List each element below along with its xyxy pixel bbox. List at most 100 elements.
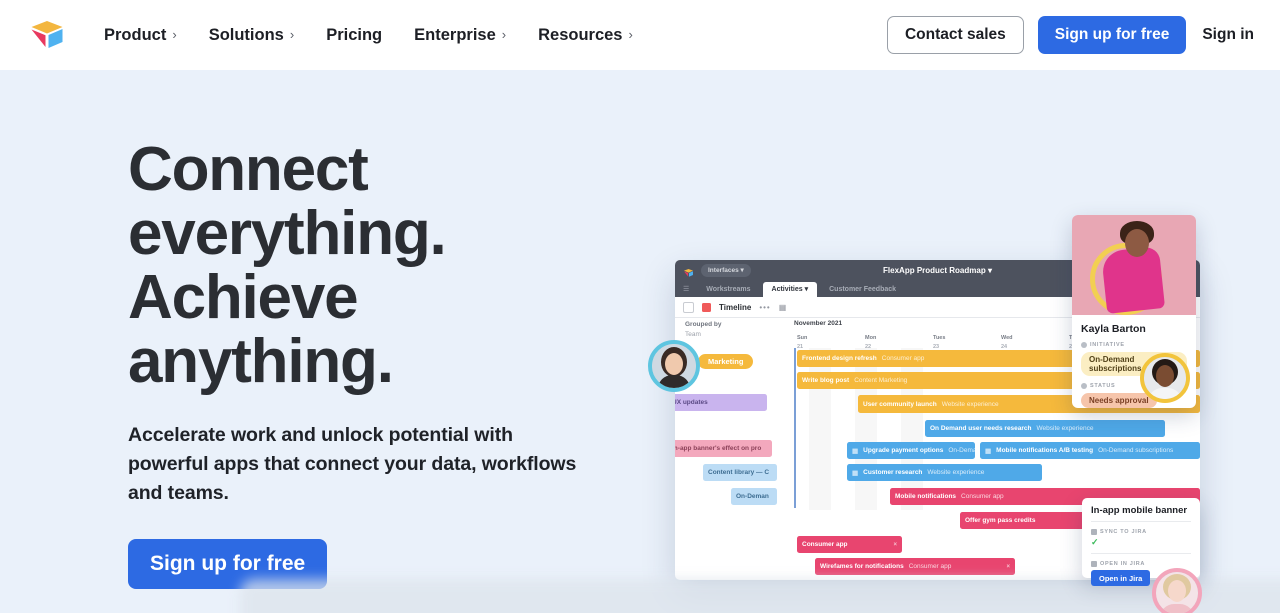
bar-title: Consumer app bbox=[802, 541, 848, 548]
avatar-collaborator-left[interactable] bbox=[648, 340, 700, 392]
nav-item-resources[interactable]: Resources › bbox=[522, 20, 649, 51]
divider bbox=[1091, 521, 1191, 522]
bar-badge-icon: × bbox=[893, 541, 897, 548]
airtable-mini-logo-icon bbox=[683, 265, 694, 277]
checkbox-icon bbox=[1091, 529, 1097, 535]
day-column-sun: Sun 21 bbox=[797, 334, 807, 352]
bar-badge-icon: × bbox=[1006, 563, 1010, 570]
bar-subtitle: Website experience bbox=[1036, 425, 1094, 432]
timeline-bar[interactable]: Offer gym pass credits bbox=[960, 512, 1096, 529]
grouped-by: Grouped by Team bbox=[685, 320, 721, 340]
caret-down-icon: ▾ bbox=[804, 286, 809, 293]
day-name: Mon bbox=[865, 335, 877, 341]
bar-title: Customer research bbox=[863, 469, 923, 476]
caret-down-icon: ▾ bbox=[740, 267, 744, 274]
chevron-right-icon: › bbox=[501, 26, 507, 42]
header-signup-button[interactable]: Sign up for free bbox=[1037, 16, 1187, 54]
timeline-month-label: November 2021 bbox=[794, 320, 843, 327]
hero-subtitle: Accelerate work and unlock potential wit… bbox=[128, 424, 577, 504]
bar-badge-icon: ▦ bbox=[852, 447, 859, 455]
nav-item-product[interactable]: Product › bbox=[88, 20, 193, 51]
avatar-collaborator-bottom[interactable] bbox=[1152, 568, 1202, 613]
timeline-bar[interactable]: Content library — C bbox=[703, 464, 777, 481]
field-label-initiative: INITIATIVE bbox=[1081, 342, 1187, 348]
nav-item-pricing[interactable]: Pricing bbox=[310, 20, 398, 51]
bar-title: UX updates bbox=[675, 399, 708, 406]
sign-in-link[interactable]: Sign in bbox=[1200, 20, 1260, 50]
timeline-bar[interactable]: ▦ Mobile notifications A/B testing On-De… bbox=[980, 442, 1200, 459]
nav-item-label: Resources bbox=[538, 25, 623, 44]
workspace-pill[interactable]: Interfaces ▾ bbox=[701, 263, 751, 277]
tab-workstreams[interactable]: Workstreams bbox=[697, 283, 759, 297]
open-in-jira-button[interactable]: Open in Jira bbox=[1091, 570, 1151, 586]
timeline-bar[interactable]: UX updates bbox=[675, 394, 767, 411]
day-name: Sun bbox=[797, 335, 808, 341]
group-tag-marketing: Marketing bbox=[698, 354, 754, 369]
timeline-bar[interactable]: Write blog post Content Marketing × bbox=[797, 372, 1087, 389]
product-illustration: Interfaces ▾ FlexApp Product Roadmap ▾ ☰… bbox=[640, 140, 1280, 613]
nav-item-enterprise[interactable]: Enterprise › bbox=[398, 20, 522, 51]
field-label-text: SYNC TO JIRA bbox=[1100, 529, 1147, 535]
workspace-pill-label: Interfaces bbox=[708, 267, 739, 274]
contact-sales-button[interactable]: Contact sales bbox=[886, 16, 1024, 54]
bar-title: Mobile notifications A/B testing bbox=[996, 447, 1094, 454]
chevron-right-icon: › bbox=[172, 26, 177, 42]
day-name: Tues bbox=[933, 335, 946, 341]
timeline-bar[interactable]: On Demand user needs research Website ex… bbox=[925, 420, 1165, 437]
field-label-open-in-jira: OPEN IN JIRA bbox=[1091, 561, 1191, 567]
person-head-shape bbox=[1125, 229, 1149, 257]
site-header: Product › Solutions › Pricing Enterprise… bbox=[0, 0, 1280, 70]
bar-title: On Demand user needs research bbox=[930, 425, 1032, 432]
avatar-face-shape bbox=[1156, 365, 1174, 387]
timeline-bar[interactable]: In-app banner's effect on pro bbox=[675, 440, 772, 457]
sidebar-toggle-icon[interactable] bbox=[683, 301, 694, 313]
bar-subtitle: Website experience bbox=[927, 469, 985, 476]
bar-title: Offer gym pass credits bbox=[965, 517, 1036, 524]
tab-activities[interactable]: Activities ▾ bbox=[762, 282, 818, 297]
timeline-bar[interactable]: ▦ Customer research Website experience bbox=[847, 464, 1042, 481]
nav-item-label: Enterprise bbox=[414, 25, 496, 44]
field-label-text: OPEN IN JIRA bbox=[1100, 561, 1146, 567]
day-column-wed: Wed 24 bbox=[1001, 334, 1013, 352]
chevron-right-icon: › bbox=[289, 26, 295, 42]
field-label-text: INITIATIVE bbox=[1090, 342, 1125, 348]
timeline-bar[interactable]: ▦ Upgrade payment options On-Demand subs… bbox=[847, 442, 975, 459]
sync-enabled-check-icon: ✓ bbox=[1091, 537, 1099, 547]
timeline-view-icon bbox=[702, 302, 711, 312]
field-type-icon bbox=[1081, 383, 1087, 389]
bar-subtitle: Consumer app bbox=[908, 563, 952, 570]
ellipsis-icon[interactable]: ••• bbox=[759, 303, 770, 312]
hamburger-icon[interactable]: ☰ bbox=[683, 285, 689, 297]
hero-title-line-2: everything. bbox=[128, 198, 447, 268]
grouped-by-value: Team bbox=[685, 330, 701, 338]
header-actions: Contact sales Sign up for free Sign in bbox=[886, 16, 1260, 54]
bar-title: User community launch bbox=[863, 400, 937, 408]
today-marker-line bbox=[794, 348, 796, 508]
tab-customer-feedback[interactable]: Customer Feedback bbox=[820, 283, 905, 297]
bar-subtitle: On-Demand subscriptions bbox=[948, 447, 975, 454]
timeline-bar[interactable]: Consumer app × bbox=[797, 536, 902, 553]
bar-title: Write blog post bbox=[802, 377, 850, 384]
avatar-collaborator-right[interactable] bbox=[1140, 353, 1190, 403]
nav-item-label: Pricing bbox=[326, 25, 383, 44]
grid-icon[interactable]: ▦ bbox=[779, 303, 788, 312]
current-view-name: Timeline bbox=[719, 302, 752, 312]
bar-title: Content library — C bbox=[708, 469, 770, 476]
airtable-cube-logo[interactable] bbox=[28, 19, 66, 51]
day-name: Wed bbox=[1001, 335, 1013, 341]
timeline-bar[interactable]: Frontend design refresh Consumer app × bbox=[797, 350, 1087, 367]
bar-subtitle: Consumer app bbox=[961, 493, 1004, 500]
bar-title: On-Deman bbox=[736, 493, 769, 500]
avatar-body-shape bbox=[658, 375, 690, 388]
hero-section: Connect everything. Achieve anything. Ac… bbox=[0, 70, 1280, 613]
record-name: Kayla Barton bbox=[1081, 323, 1146, 335]
day-column-tues: Tues 23 bbox=[933, 334, 945, 352]
page-title: Connect everything. Achieve anything. bbox=[128, 138, 598, 393]
timeline-bar[interactable]: Wirefames for notifications Consumer app… bbox=[815, 558, 1015, 575]
hero-title-line-4: anything. bbox=[128, 326, 394, 396]
status-badge: Needs approval bbox=[1081, 393, 1157, 408]
jira-sync-card[interactable]: In-app mobile banner SYNC TO JIRA ✓ OPEN… bbox=[1082, 498, 1200, 586]
nav-item-solutions[interactable]: Solutions › bbox=[193, 20, 311, 51]
timeline-bar[interactable]: On-Deman bbox=[731, 488, 777, 505]
chevron-right-icon: › bbox=[628, 26, 633, 42]
